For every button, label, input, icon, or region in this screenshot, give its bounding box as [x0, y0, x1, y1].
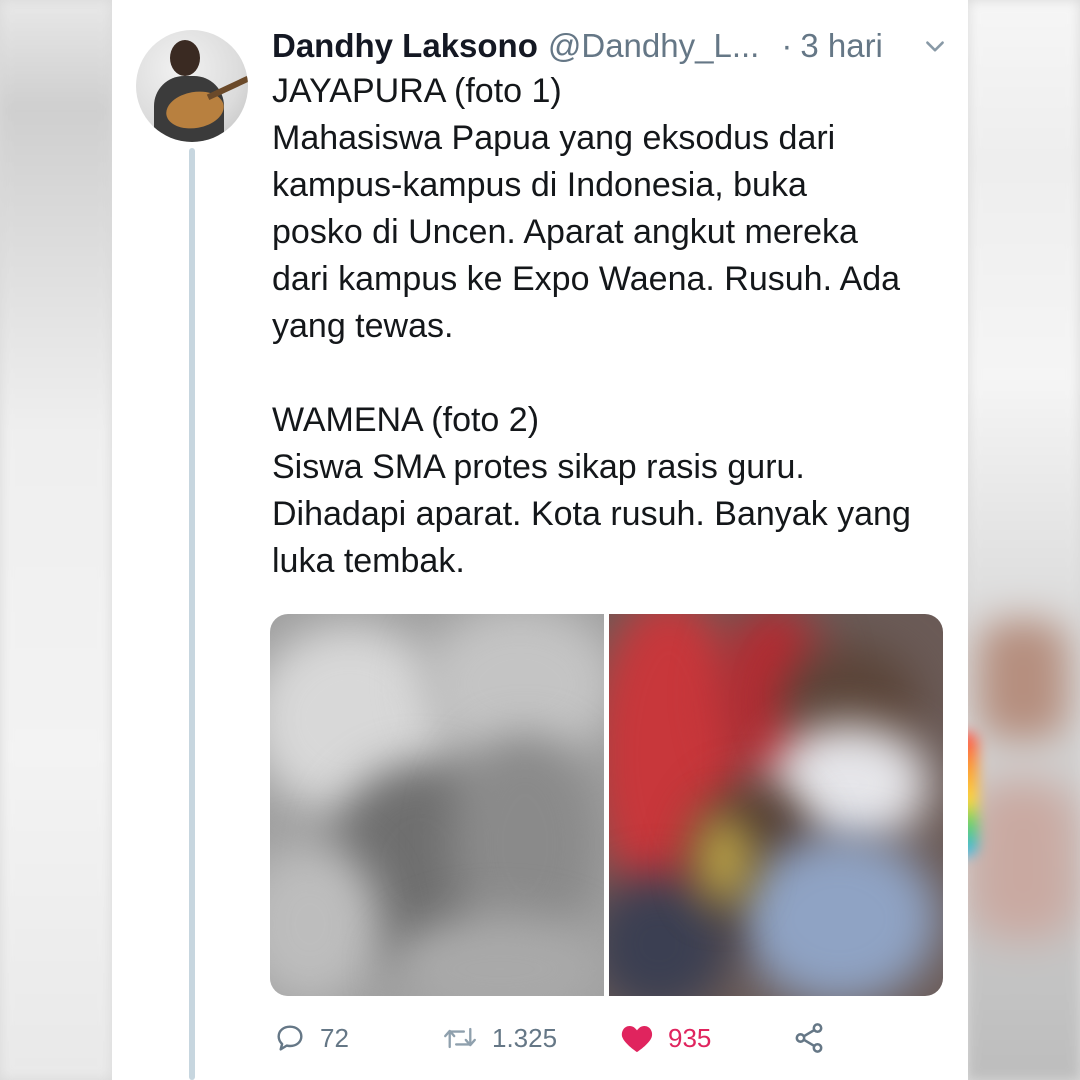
- tweet-line: Mahasiswa Papua yang eksodus dari: [272, 119, 836, 157]
- retweet-button[interactable]: 1.325: [442, 1012, 557, 1064]
- like-button[interactable]: 935: [620, 1012, 711, 1064]
- tweet-actions: 72 1.325 935: [272, 1012, 832, 1064]
- retweet-count: 1.325: [492, 1022, 558, 1053]
- heart-icon: [621, 1025, 653, 1053]
- share-icon: [795, 1023, 823, 1053]
- photo-blur-shape: [739, 834, 939, 996]
- author-name[interactable]: Dandhy Laksono: [272, 27, 538, 65]
- photo-1-blurred[interactable]: [270, 614, 604, 996]
- blurred-background-right: [952, 0, 1080, 1080]
- thread-line: [189, 148, 195, 1080]
- photo-blur-shape: [699, 814, 749, 904]
- tweet-line: Dihadapi aparat. Kota rusuh. Banyak yang: [272, 495, 911, 533]
- reply-button[interactable]: 72: [274, 1012, 349, 1064]
- tweet-line: JAYAPURA (foto 1): [272, 72, 562, 110]
- tweet-line: Siswa SMA protes sikap rasis guru.: [272, 448, 805, 486]
- tweet-media: [270, 614, 943, 996]
- tweet-card: Dandhy Laksono @Dandhy_L... · 3 hari JAY…: [112, 0, 968, 1080]
- background-blur-shape: [968, 780, 1078, 940]
- background-blur-shape: [978, 620, 1068, 740]
- tweet-line: dari kampus ke Expo Waena. Rusuh. Ada: [272, 260, 901, 298]
- share-button[interactable]: [792, 1012, 826, 1064]
- tweet-text: JAYAPURA (foto 1) Mahasiswa Papua yang e…: [272, 68, 972, 585]
- like-count: 935: [668, 1022, 712, 1053]
- author-handle[interactable]: @Dandhy_L...: [548, 27, 759, 65]
- blurred-background-left: [0, 0, 112, 1080]
- tweet-line: kampus-kampus di Indonesia, buka: [272, 166, 807, 204]
- avatar[interactable]: [136, 30, 248, 142]
- avatar-head-shape: [170, 40, 200, 76]
- retweet-icon: [444, 1027, 476, 1049]
- tweet-line: WAMENA (foto 2): [272, 401, 540, 439]
- tweet-header: Dandhy Laksono @Dandhy_L... · 3 hari: [272, 24, 962, 68]
- reply-icon: [277, 1025, 303, 1051]
- separator-dot: ·: [781, 27, 793, 64]
- tweet-line: luka tembak.: [272, 542, 465, 580]
- tweet-timestamp[interactable]: 3 hari: [800, 27, 883, 65]
- reply-count: 72: [320, 1022, 349, 1053]
- tweet-line: yang tewas.: [272, 307, 454, 345]
- photo-2-blurred[interactable]: [609, 614, 943, 996]
- caret-down-icon[interactable]: [922, 34, 948, 60]
- tweet-line: posko di Uncen. Aparat angkut mereka: [272, 213, 858, 251]
